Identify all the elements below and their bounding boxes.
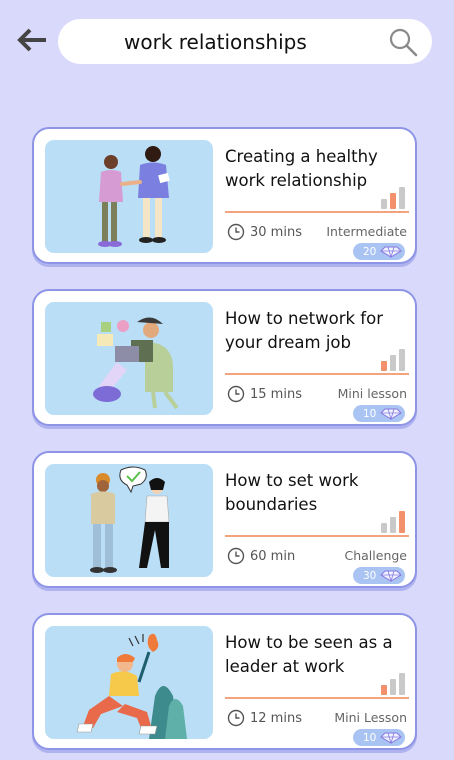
difficulty-bar (399, 187, 405, 209)
course-card[interactable]: How to set work boundaries 60 min Challe… (32, 451, 417, 588)
difficulty-bar (381, 199, 387, 209)
difficulty-bar (381, 523, 387, 533)
course-card[interactable]: Creating a healthy work relationship 30 … (32, 127, 417, 264)
difficulty-indicator (381, 347, 411, 371)
points-badge: 10 (353, 405, 405, 422)
gem-icon (380, 732, 403, 744)
points-badge: 10 (353, 729, 405, 746)
course-duration: 12 mins (227, 708, 302, 728)
course-card[interactable]: How to network for your dream job 15 min… (32, 289, 417, 426)
points-badge: 20 (353, 243, 405, 260)
gem-icon (380, 408, 403, 420)
points-badge: 30 (353, 567, 405, 584)
difficulty-indicator (381, 509, 411, 533)
difficulty-bar (390, 355, 396, 371)
course-duration: 30 mins (227, 222, 302, 242)
difficulty-bar (390, 193, 396, 209)
arrow-left-icon (17, 28, 46, 52)
search-input[interactable] (124, 26, 374, 57)
gem-icon (380, 246, 403, 258)
clock-icon (227, 709, 245, 727)
search-icon[interactable] (388, 27, 418, 57)
difficulty-bar (381, 685, 387, 695)
course-duration: 15 mins (227, 384, 302, 404)
course-illustration (45, 140, 213, 253)
duration-label: 15 mins (250, 386, 302, 402)
divider (225, 697, 409, 699)
course-illustration (45, 626, 213, 739)
difficulty-bar (399, 511, 405, 533)
difficulty-indicator (381, 671, 411, 695)
course-level: Mini Lesson (334, 710, 407, 725)
duration-label: 30 mins (250, 224, 302, 240)
course-card[interactable]: How to be seen as a leader at work 12 mi… (32, 613, 417, 750)
points-value: 20 (363, 245, 377, 258)
clock-icon (227, 385, 245, 403)
difficulty-bar (399, 349, 405, 371)
points-value: 30 (363, 569, 377, 582)
course-title: How to be seen as a leader at work (225, 633, 393, 676)
course-title: How to network for your dream job (225, 309, 383, 352)
duration-label: 60 min (250, 548, 296, 564)
course-level: Intermediate (326, 224, 407, 239)
difficulty-bar (390, 517, 396, 533)
difficulty-indicator (381, 185, 411, 209)
course-illustration (45, 464, 213, 577)
course-level: Mini lesson (337, 386, 407, 401)
back-button[interactable] (14, 22, 50, 58)
divider (225, 373, 409, 375)
points-value: 10 (363, 407, 377, 420)
divider (225, 211, 409, 213)
course-duration: 60 min (227, 546, 295, 566)
duration-label: 12 mins (250, 710, 302, 726)
gem-icon (380, 570, 403, 582)
clock-icon (227, 223, 245, 241)
points-value: 10 (363, 731, 377, 744)
header (0, 0, 454, 90)
course-level: Challenge (344, 548, 408, 563)
clock-icon (227, 547, 245, 565)
difficulty-bar (399, 673, 405, 695)
course-illustration (45, 302, 213, 415)
difficulty-bar (381, 361, 387, 371)
course-title: Creating a healthy work relationship (225, 147, 378, 190)
difficulty-bar (390, 679, 396, 695)
divider (225, 535, 409, 537)
search-bar (58, 19, 432, 64)
course-title: How to set work boundaries (225, 471, 359, 514)
